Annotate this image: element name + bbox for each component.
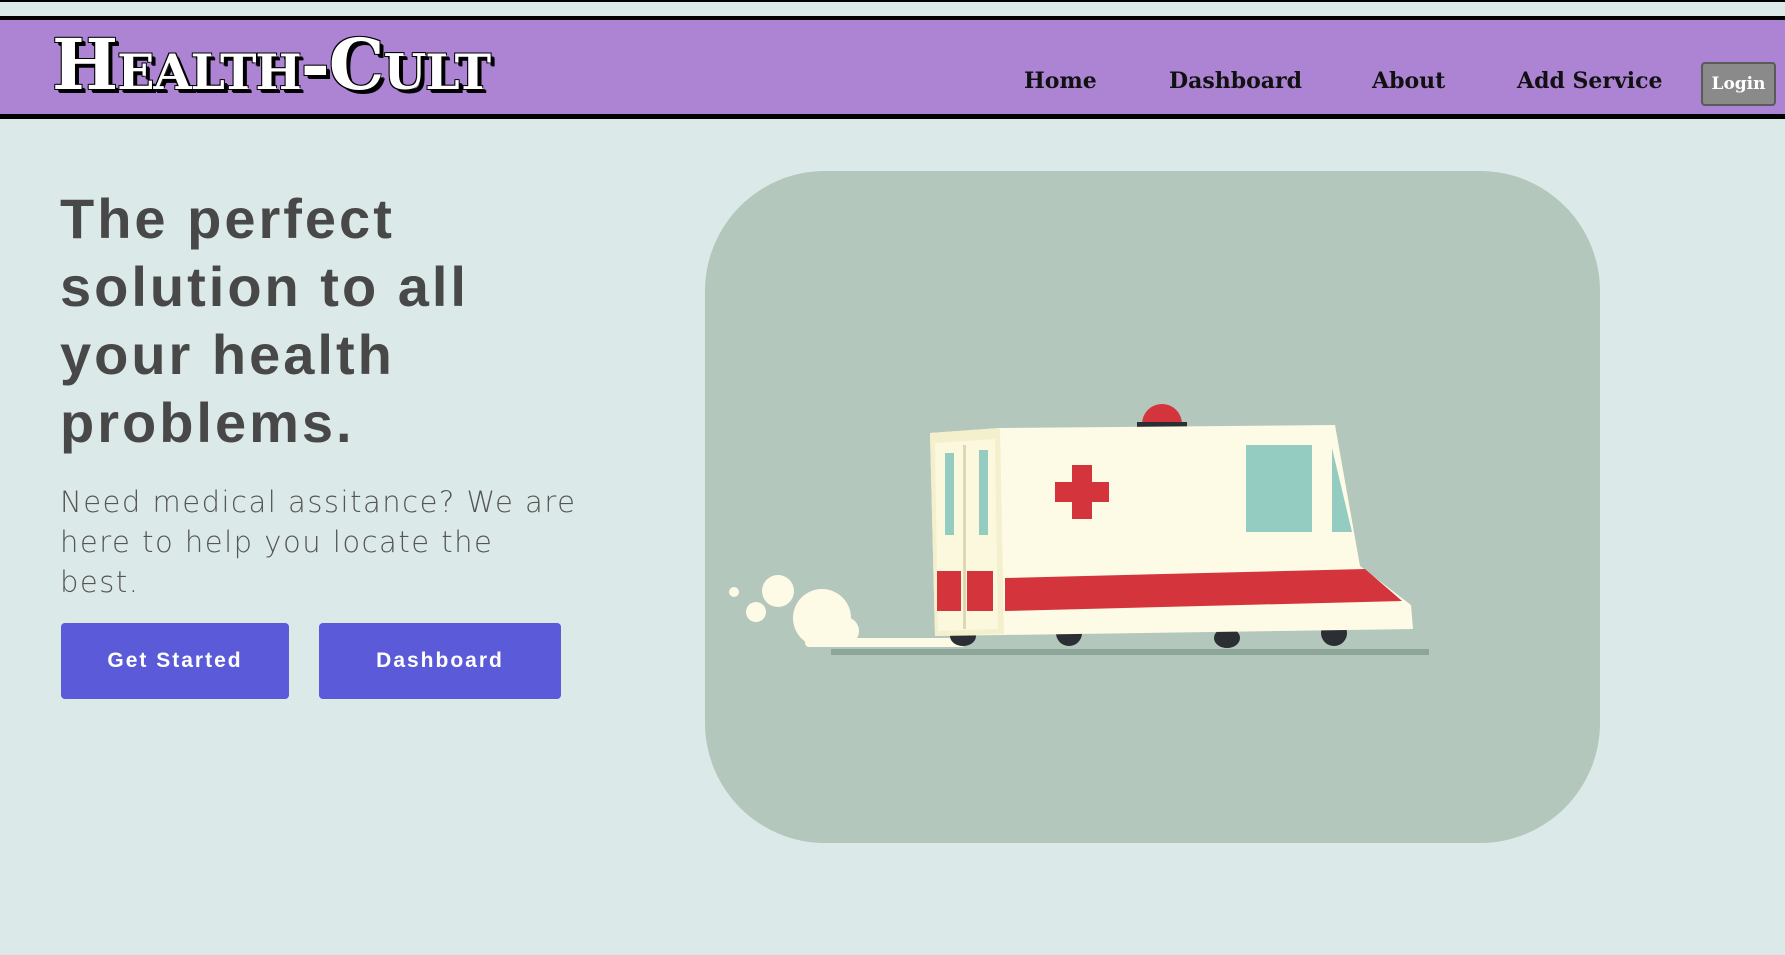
hero-subtitle: Need medical assitance? We are here to h… xyxy=(60,485,577,599)
rear-window-left xyxy=(945,453,954,535)
nav-home-link[interactable]: Home xyxy=(1024,68,1097,94)
hero-title: The perfect solution to all your health … xyxy=(60,187,469,454)
road-line xyxy=(831,649,1429,655)
siren-light xyxy=(1142,404,1182,424)
nav-dashboard-link[interactable]: Dashboard xyxy=(1169,68,1302,94)
dashboard-button[interactable]: Dashboard xyxy=(319,623,561,699)
nav-add-service-link[interactable]: Add Service xyxy=(1517,68,1663,94)
site-logo[interactable]: Health-Cult xyxy=(52,30,491,100)
ambulance-illustration xyxy=(729,404,1429,655)
get-started-button[interactable]: Get Started xyxy=(61,623,289,699)
login-button[interactable]: Login xyxy=(1701,62,1776,106)
top-strip xyxy=(0,0,1785,16)
windshield xyxy=(1332,448,1352,532)
side-window xyxy=(1246,445,1312,532)
hero-illustration-card xyxy=(705,171,1600,843)
exhaust-smoke xyxy=(729,575,965,647)
navbar: Health-Cult Home Dashboard About Add Ser… xyxy=(0,16,1785,119)
nav-about-link[interactable]: About xyxy=(1372,68,1445,94)
rear-window-right xyxy=(979,450,988,535)
